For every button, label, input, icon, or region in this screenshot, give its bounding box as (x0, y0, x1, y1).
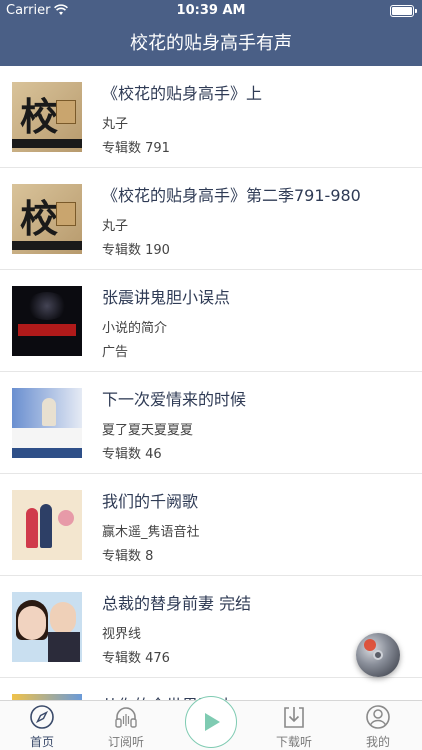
item-author: 丸子 (102, 117, 129, 132)
item-meta: 专辑数 46 (102, 447, 162, 462)
list-item[interactable]: 下一次爱情来的时候 夏了夏天夏夏夏 专辑数 46 (0, 372, 422, 474)
item-title: 总裁的替身前妻 完结 (102, 594, 252, 613)
tab-label: 订阅听 (107, 735, 144, 749)
tab-label: 我的 (365, 735, 390, 749)
tab-home[interactable]: 首页 (0, 701, 84, 750)
user-icon (366, 705, 390, 729)
item-author: 小说的简介 (102, 321, 168, 336)
list-item[interactable]: 张震讲鬼胆小误点 小说的简介 广告 (0, 270, 422, 372)
ceo-couple-cover (12, 592, 82, 662)
tab-profile[interactable]: 我的 (336, 701, 420, 750)
disc-icon (373, 650, 383, 660)
tab-subscriptions[interactable]: 订阅听 (84, 701, 168, 750)
ghost-story-cover (12, 286, 82, 356)
item-title: 《校花的贴身高手》第二季791-980 (102, 186, 361, 205)
download-icon (284, 707, 304, 728)
headphones-icon (115, 707, 137, 728)
item-meta: 专辑数 476 (102, 651, 170, 666)
tab-downloads[interactable]: 下载听 (252, 701, 336, 750)
list-item[interactable]: 校 《校花的贴身高手》第二季791-980 丸子 专辑数 190 (0, 168, 422, 270)
book-cover-xiaohua: 校 (12, 82, 82, 152)
list-item[interactable]: 我们的千阙歌 赢木遥_隽语音社 专辑数 8 (0, 474, 422, 576)
item-title: 下一次爱情来的时候 (102, 390, 247, 409)
item-author: 赢木遥_隽语音社 (102, 525, 200, 540)
romance-cover (12, 388, 82, 458)
tab-label: 下载听 (275, 735, 312, 749)
album-list: 校 《校花的贴身高手》上 丸子 专辑数 791 校 《校花的贴身高手》第二季79… (0, 66, 422, 700)
item-title: 《校花的贴身高手》上 (102, 84, 263, 103)
compass-icon (30, 705, 54, 729)
item-author: 丸子 (102, 219, 129, 234)
list-item[interactable]: 校 《校花的贴身高手》上 丸子 专辑数 791 (0, 66, 422, 168)
disc-highlight (364, 639, 376, 651)
battery-icon (390, 5, 417, 17)
tab-label: 首页 (29, 735, 54, 749)
book-cover-xiaohua: 校 (12, 184, 82, 254)
play-button[interactable] (185, 696, 237, 748)
item-meta: 广告 (102, 345, 129, 360)
item-title: 我们的千阙歌 (102, 492, 199, 511)
page-title: 校花的贴身高手有声 (0, 22, 422, 66)
item-author: 夏了夏天夏夏夏 (102, 423, 194, 438)
now-playing-disc-button[interactable] (356, 633, 400, 677)
item-author: 视界线 (102, 627, 142, 642)
item-meta: 专辑数 791 (102, 141, 170, 156)
item-title: 张震讲鬼胆小误点 (102, 288, 231, 307)
clock: 10:39 AM (176, 3, 246, 18)
status-bar: Carrier 10:39 AM (0, 0, 422, 22)
couple-cover (12, 490, 82, 560)
play-icon (205, 713, 220, 731)
item-meta: 专辑数 190 (102, 243, 170, 258)
item-meta: 专辑数 8 (102, 549, 154, 564)
